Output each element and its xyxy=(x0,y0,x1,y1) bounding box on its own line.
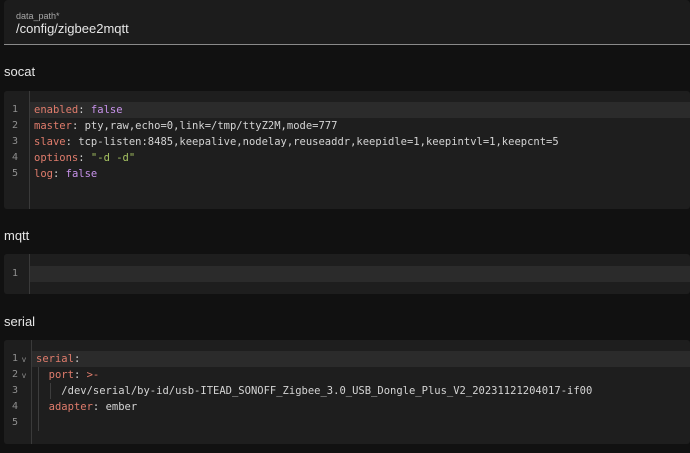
yaml-value: false xyxy=(90,104,123,116)
data-path-input[interactable]: /config/zigbee2mqtt xyxy=(16,21,129,36)
yaml-separator: : xyxy=(78,104,91,116)
code-line[interactable]: port: >- xyxy=(32,367,690,383)
yaml-separator: : xyxy=(71,120,85,132)
code-content[interactable] xyxy=(30,254,690,294)
yaml-separator: : xyxy=(52,168,66,180)
yaml-key: serial xyxy=(36,353,74,365)
line-number: 2 xyxy=(12,120,19,131)
yaml-separator: : xyxy=(78,152,91,164)
line-number: 3 xyxy=(12,385,19,396)
yaml-value: pty,raw,echo=0,link=/tmp/ttyZ2M,mode=777 xyxy=(84,120,338,132)
line-number-gutter: 1 xyxy=(4,254,30,294)
yaml-key: master xyxy=(34,120,72,132)
code-line[interactable]: serial: xyxy=(32,351,690,367)
yaml-key: enabled xyxy=(34,104,79,116)
line-number-gutter: 1 2 3 4 5 xyxy=(4,91,30,209)
code-line[interactable]: /dev/serial/by-id/usb-ITEAD_SONOFF_Zigbe… xyxy=(32,383,690,399)
mqtt-code-editor[interactable]: 1 xyxy=(4,254,690,294)
code-line[interactable] xyxy=(32,415,690,431)
yaml-key: adapter xyxy=(48,401,93,413)
fold-chevron-icon[interactable]: v xyxy=(22,367,26,383)
yaml-value: tcp-listen:8485,keepalive,nodelay,reusea… xyxy=(78,136,559,148)
code-line[interactable]: log: false xyxy=(30,166,690,182)
data-path-label: data_path* xyxy=(16,11,60,21)
yaml-separator: : xyxy=(73,353,81,365)
yaml-key: log xyxy=(34,168,53,180)
code-line[interactable] xyxy=(30,266,690,282)
indent-guide xyxy=(38,367,39,431)
serial-code-editor[interactable]: 1 v 2 v 3 4 5 serial: port: >- /dev/serial/by-i… xyxy=(4,340,690,444)
yaml-separator: : xyxy=(73,369,87,381)
yaml-value: /dev/serial/by-id/usb-ITEAD_SONOFF_Zigbe… xyxy=(61,385,593,397)
line-number: 4 xyxy=(12,152,19,163)
section-title-serial: serial xyxy=(4,314,36,329)
section-title-mqtt: mqtt xyxy=(4,228,30,243)
code-line[interactable]: enabled: false xyxy=(30,102,690,118)
code-line[interactable]: options: "-d -d" xyxy=(30,150,690,166)
line-number: 5 xyxy=(12,168,19,179)
yaml-separator: : xyxy=(92,401,106,413)
code-line[interactable]: adapter: ember xyxy=(32,399,690,415)
yaml-separator: : xyxy=(65,136,79,148)
line-number: 4 xyxy=(12,401,19,412)
code-line[interactable]: master: pty,raw,echo=0,link=/tmp/ttyZ2M,… xyxy=(30,118,690,134)
yaml-key: port xyxy=(48,369,74,381)
yaml-value: "-d -d" xyxy=(90,152,136,164)
data-path-field[interactable]: data_path* /config/zigbee2mqtt xyxy=(4,0,690,45)
yaml-key: slave xyxy=(34,136,66,148)
yaml-value: ember xyxy=(105,401,138,413)
code-line[interactable]: slave: tcp-listen:8485,keepalive,nodelay… xyxy=(30,134,690,150)
yaml-value: >- xyxy=(86,369,100,381)
code-content[interactable]: serial: port: >- /dev/serial/by-id/usb-I… xyxy=(32,340,690,444)
line-number-gutter: 1v2v345 xyxy=(4,340,32,444)
line-number: 1 xyxy=(12,104,19,115)
indent-guide xyxy=(50,383,51,399)
socat-code-editor[interactable]: 1 2 3 4 5 enabled: false master: pty,raw,echo=… xyxy=(4,91,690,209)
code-content[interactable]: enabled: false master: pty,raw,echo=0,lin… xyxy=(30,91,690,209)
line-number: 5 xyxy=(12,417,19,428)
section-title-socat: socat xyxy=(4,64,36,79)
yaml-key: options xyxy=(34,152,79,164)
fold-chevron-icon[interactable]: v xyxy=(22,351,26,367)
line-number: 1 xyxy=(12,268,19,279)
line-number: 3 xyxy=(12,136,19,147)
yaml-value: false xyxy=(65,168,98,180)
